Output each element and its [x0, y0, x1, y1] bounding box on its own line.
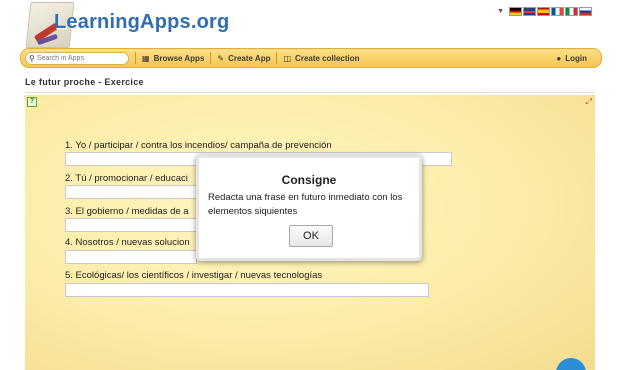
create-app-label: Create App [228, 53, 271, 63]
question-1: 1. Yo / participar / contra los incendio… [65, 140, 332, 151]
collection-icon: ◫ [283, 53, 292, 63]
russian-flag-icon[interactable] [579, 7, 592, 16]
spanish-flag-icon[interactable] [537, 7, 550, 16]
create-collection-label: Create collection [295, 53, 360, 63]
language-selector[interactable]: ▼ [497, 7, 592, 16]
help-icon[interactable]: ? [27, 97, 37, 107]
browse-apps-label: Browse Apps [153, 53, 205, 63]
create-collection-link[interactable]: ◫ Create collection [283, 54, 359, 63]
dialog-message: Redacta una frase en futuro inmediato co… [208, 192, 403, 217]
search-input[interactable] [36, 54, 123, 62]
question-2: 2. Tú / promocionar / educaci [65, 173, 188, 184]
login-label: Login [565, 53, 587, 63]
main-nav: ⚲ ▦ Browse Apps ✎ Create App ◫ Create co… [20, 48, 602, 68]
nav-divider [135, 52, 136, 64]
create-app-link[interactable]: ✎ Create App [217, 54, 270, 63]
english-flag-icon[interactable] [523, 7, 536, 16]
ok-button[interactable]: OK [289, 225, 333, 247]
page-title: Le futur proche - Exercice [25, 77, 144, 87]
instruction-dialog: Consigne Redacta una frase en futuro inm… [196, 155, 422, 261]
browse-apps-link[interactable]: ▦ Browse Apps [142, 54, 204, 63]
answer-field-4[interactable] [65, 250, 197, 264]
nav-divider [276, 52, 278, 64]
answer-field-3[interactable] [65, 218, 197, 232]
answer-field-5[interactable] [65, 283, 429, 297]
grid-icon: ▦ [142, 53, 150, 63]
fullscreen-icon[interactable]: ⤢ [586, 97, 592, 107]
italian-flag-icon[interactable] [565, 7, 578, 16]
logo[interactable]: LearningApps.org [20, 0, 230, 50]
login-link[interactable]: ● Login [556, 54, 587, 63]
pencil-icon: ✎ [217, 53, 225, 63]
logo-text: LearningApps.org [54, 11, 230, 33]
page: LearningApps.org ▼ ⚲ ▦ Browse Apps ✎ Cre… [0, 0, 620, 370]
user-icon: ● [556, 53, 562, 63]
search-icon: ⚲ [29, 53, 35, 63]
nav-divider [210, 52, 212, 64]
title-divider [25, 92, 595, 93]
question-5: 5. Ecológicas/ los científicos / investi… [65, 270, 323, 281]
dropdown-caret-icon[interactable]: ▼ [497, 8, 504, 15]
german-flag-icon[interactable] [509, 7, 522, 16]
search-box[interactable]: ⚲ [25, 51, 129, 65]
answer-field-2[interactable] [65, 185, 197, 199]
question-4: 4. Nosotros / nuevas solucion [65, 237, 190, 248]
dialog-title: Consigne [281, 173, 337, 187]
question-3: 3. El gobierno / medidas de a [65, 206, 189, 217]
french-flag-icon[interactable] [551, 7, 564, 16]
